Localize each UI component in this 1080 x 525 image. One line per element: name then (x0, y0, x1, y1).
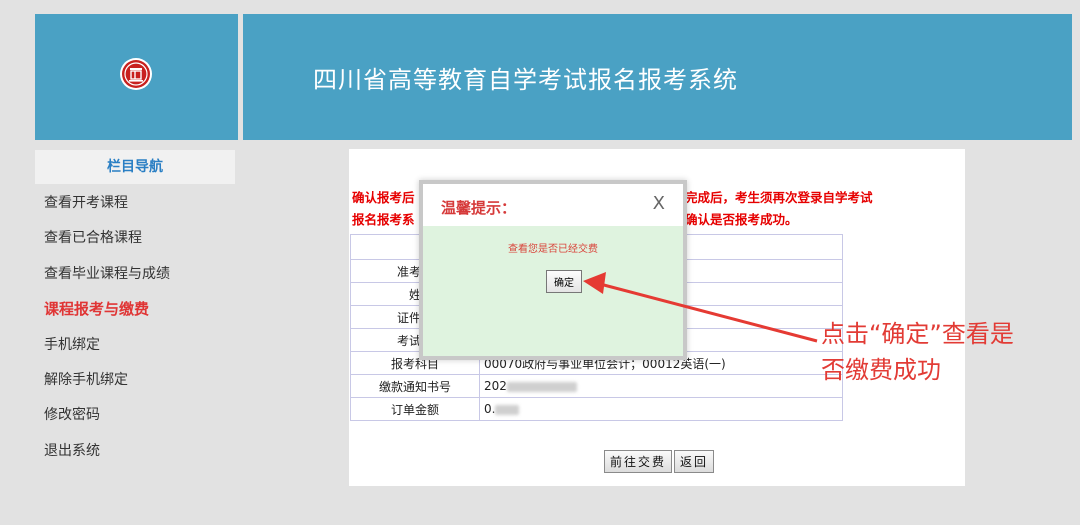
dialog-message: 查看您是否已经交费 (508, 244, 598, 255)
tip-dialog: 温馨提示： X 查看您是否已经交费 确定 (419, 180, 687, 360)
order-amount-value: 0. (484, 402, 496, 416)
dialog-body: 查看您是否已经交费 确定 (423, 226, 683, 356)
sidebar-item-open-courses[interactable]: 查看开考课程 (44, 186, 170, 221)
go-pay-button[interactable]: 前往交费 (604, 450, 673, 473)
sidebar-item-phone-bind[interactable]: 手机绑定 (44, 328, 170, 363)
confirm-button[interactable]: 确定 (546, 270, 582, 293)
sidebar-item-phone-unbind[interactable]: 解除手机绑定 (44, 363, 170, 398)
dialog-header: 温馨提示： X (423, 184, 683, 226)
notice-left-line-2: 报名报考系 (352, 212, 415, 227)
sidebar-item-change-password[interactable]: 修改密码 (44, 398, 170, 433)
back-button[interactable]: 返回 (674, 450, 715, 473)
sidebar-item-registration-payment[interactable]: 课程报考与缴费 (44, 292, 170, 327)
annotation-line-2: 否缴费成功 (821, 356, 941, 384)
system-title: 四川省高等教育自学考试报名报考系统 (313, 66, 738, 94)
notice-left: 确认报考后 报名报考系 (352, 187, 415, 231)
annotation-line-1: 点击“确定”查看是 (821, 320, 1014, 348)
dialog-title: 温馨提示： (441, 199, 517, 217)
close-icon[interactable]: X (653, 193, 665, 214)
table-row: 订单金额 0. (350, 397, 843, 421)
action-buttons: 前往交费 返回 (604, 450, 716, 473)
emblem-logo-icon (120, 58, 152, 90)
notice-right-line-1: 完成后，考生须再次登录自学考试 (685, 190, 873, 205)
notice-right-line-2: 确认是否报考成功。 (685, 212, 798, 227)
sidebar-header: 栏目导航 (35, 150, 235, 184)
row-value: 202 (479, 374, 843, 398)
redacted-mark (506, 381, 577, 392)
redacted-mark (495, 404, 520, 415)
logo-panel (35, 14, 238, 140)
table-row: 缴款通知书号 202 (350, 374, 843, 398)
row-key: 缴款通知书号 (350, 374, 480, 398)
sidebar-item-graduation-scores[interactable]: 查看毕业课程与成绩 (44, 257, 170, 292)
notice-left-line-1: 确认报考后 (352, 190, 415, 205)
notice-number-value: 202 (484, 379, 507, 393)
notice-right: 完成后，考生须再次登录自学考试 确认是否报考成功。 (685, 187, 873, 231)
annotation-text: 点击“确定”查看是 否缴费成功 (821, 316, 1014, 388)
sidebar-item-passed-courses[interactable]: 查看已合格课程 (44, 221, 170, 256)
sidebar-nav: 查看开考课程 查看已合格课程 查看毕业课程与成绩 课程报考与缴费 手机绑定 解除… (44, 186, 170, 469)
row-key: 订单金额 (350, 397, 480, 421)
header-banner: 四川省高等教育自学考试报名报考系统 (243, 14, 1072, 140)
sidebar-item-logout[interactable]: 退出系统 (44, 434, 170, 469)
row-value: 0. (479, 397, 843, 421)
